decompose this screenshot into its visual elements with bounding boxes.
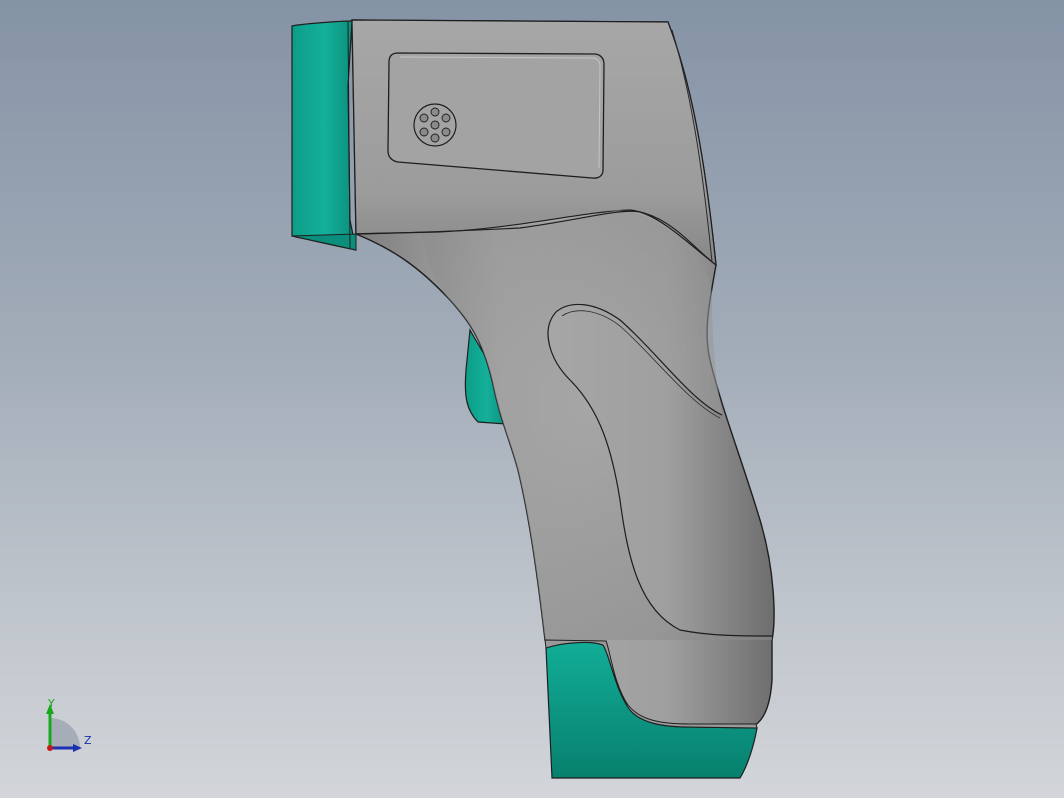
triad-origin [47,745,53,751]
y-axis-label: Y [47,698,55,710]
cad-viewport[interactable]: Y Z [0,0,1064,798]
thermometer-model[interactable] [0,0,1064,798]
speaker-grill [413,103,457,147]
z-axis-label: Z [84,734,92,747]
axis-triad: Y Z [46,698,92,752]
sensor-cap-edge [291,233,357,251]
sensor-cap [291,20,357,251]
triad-plane [50,718,80,748]
